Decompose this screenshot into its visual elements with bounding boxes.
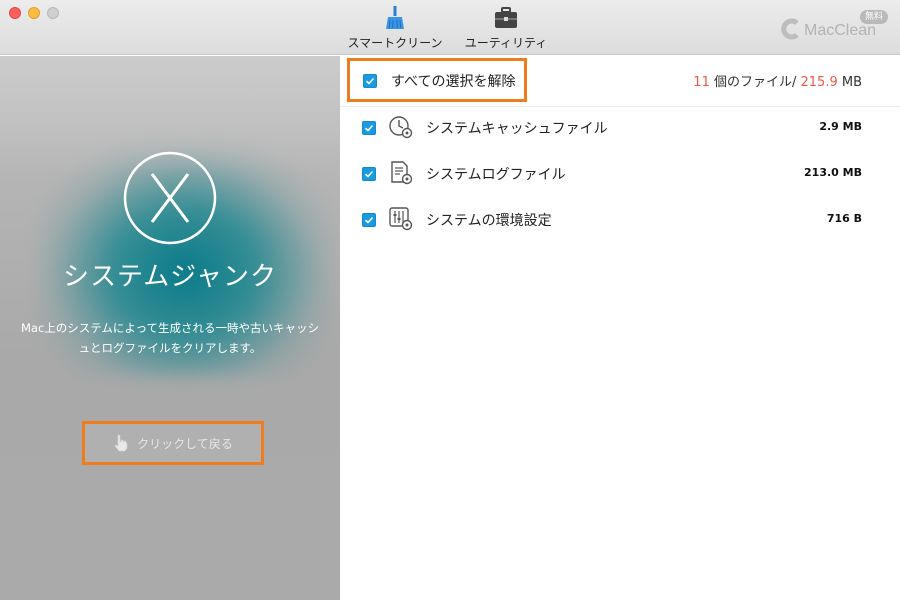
item-label: システムログファイル — [426, 167, 566, 183]
checkmark-icon — [365, 77, 375, 85]
total-size: 215.9 — [800, 75, 838, 90]
system-junk-x-icon — [123, 151, 217, 245]
checkmark-icon — [364, 124, 374, 132]
item-size: 213.0 MB — [804, 166, 862, 179]
back-button-label: クリックして戻る — [137, 436, 233, 451]
checkmark-icon — [364, 216, 374, 224]
macclean-logo-icon — [781, 18, 799, 40]
file-count-suffix: 個のファイル/ — [709, 75, 801, 90]
toolbar-smart-clean-label: スマートクリーン — [347, 36, 443, 50]
total-size-unit: MB — [837, 75, 862, 90]
toolbar-utilities[interactable]: ユーティリティ — [460, 5, 552, 51]
item-label: システムの環境設定 — [426, 213, 552, 229]
category-panel: システムジャンク Mac上のシステムによって生成される一時や古いキャッシュとログ… — [0, 56, 340, 600]
list-item[interactable]: システムの環境設定 716 B — [340, 200, 900, 240]
select-all-label: すべての選択を解除 — [391, 74, 516, 90]
list-item[interactable]: システムログファイル 213.0 MB — [340, 154, 900, 194]
free-badge: 無料 — [859, 10, 888, 24]
back-button[interactable]: クリックして戻る — [82, 421, 264, 465]
brand-logo: MacClean 無料 — [780, 10, 890, 50]
window-zoom-button[interactable] — [47, 7, 59, 19]
item-checkbox[interactable] — [362, 121, 376, 135]
window-minimize-button[interactable] — [28, 7, 40, 19]
toolbox-icon — [495, 7, 517, 28]
title-bar: スマートクリーン ユーティリティ MacClean 無料 — [0, 0, 900, 55]
file-list-panel: すべての選択を解除 11 個のファイル/ 215.9 MB システムキャッシュフ… — [340, 56, 900, 600]
brand-name: MacClean — [804, 22, 877, 39]
item-size: 2.9 MB — [819, 120, 862, 133]
toolbar-smart-clean[interactable]: スマートクリーン — [343, 5, 447, 51]
log-document-gear-icon — [391, 161, 413, 185]
file-count: 11 — [693, 75, 710, 90]
file-summary: 11 個のファイル/ 215.9 MB — [693, 71, 862, 90]
cache-clock-gear-icon — [389, 116, 413, 139]
category-title: システムジャンク — [63, 262, 277, 292]
item-label: システムキャッシュファイル — [426, 121, 608, 137]
toolbar-utilities-label: ユーティリティ — [464, 36, 548, 50]
app-window: スマートクリーン ユーティリティ MacClean 無料 システムジャンク Ma… — [0, 0, 900, 600]
item-checkbox[interactable] — [362, 213, 376, 227]
pointing-hand-icon — [114, 434, 128, 452]
list-item[interactable]: システムキャッシュファイル 2.9 MB — [340, 108, 900, 148]
deselect-all-toggle[interactable]: すべての選択を解除 — [347, 58, 527, 102]
divider — [340, 106, 900, 107]
checkmark-icon — [364, 170, 374, 178]
item-checkbox[interactable] — [362, 167, 376, 181]
broom-icon — [386, 6, 404, 29]
select-all-checkbox[interactable] — [363, 74, 377, 88]
category-description: Mac上のシステムによって生成される一時や古いキャッシュとログファイルをクリアし… — [20, 321, 320, 355]
window-close-button[interactable] — [9, 7, 21, 19]
preferences-sliders-gear-icon — [389, 207, 413, 231]
item-size: 716 B — [826, 212, 862, 225]
